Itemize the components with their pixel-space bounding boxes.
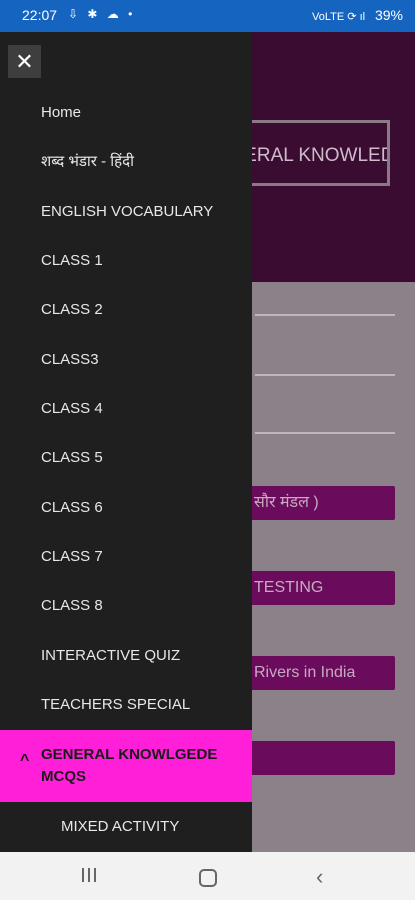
topic-button: [240, 741, 395, 775]
divider: [255, 374, 395, 376]
menu-item-interactive-quiz[interactable]: INTERACTIVE QUIZ: [0, 636, 252, 676]
topic-button: Rivers in India: [240, 656, 395, 690]
menu-item-class-4[interactable]: CLASS 4: [0, 389, 252, 429]
menu-item-class-6[interactable]: CLASS 6: [0, 488, 252, 528]
battery-percent: 39%: [374, 7, 403, 23]
navigation-drawer: ✕ Home शब्द भंडार - हिंदी ENGLISH VOCABU…: [0, 32, 252, 852]
recent-apps-icon[interactable]: [82, 868, 100, 884]
system-nav-bar: ‹: [0, 852, 415, 900]
status-right: VoLTE ⟳ ıl 39%: [312, 7, 403, 23]
menu-item-class-2[interactable]: CLASS 2: [0, 290, 252, 330]
signal-icon: VoLTE ⟳ ıl: [312, 11, 366, 23]
status-time: 22:07: [22, 7, 58, 23]
divider: [255, 432, 395, 434]
menu-item-home[interactable]: Home: [0, 93, 252, 133]
menu-item-hindi-vocabulary[interactable]: शब्द भंडार - हिंदी: [0, 142, 252, 182]
menu-item-teachers-special[interactable]: TEACHERS SPECIAL: [0, 685, 252, 725]
menu-item-class-8[interactable]: CLASS 8: [0, 586, 252, 626]
notification-icons: ⇩ ✱ ☁ •: [68, 7, 136, 21]
submenu-item-mixed-activity[interactable]: MIXED ACTIVITY: [0, 807, 252, 847]
status-bar: 22:07 ⇩ ✱ ☁ • VoLTE ⟳ ıl 39%: [0, 0, 415, 32]
menu-item-class-5[interactable]: CLASS 5: [0, 438, 252, 478]
back-icon[interactable]: ‹: [316, 864, 323, 890]
menu-item-general-knowledge-mcqs[interactable]: ^ GENERAL KNOWLGEDE MCQS: [0, 730, 252, 802]
chevron-up-icon: ^: [20, 752, 30, 769]
topic-button: TESTING: [240, 571, 395, 605]
home-icon[interactable]: [199, 869, 217, 887]
topic-button: सौर मंडल ): [240, 486, 395, 520]
menu-item-label: GENERAL KNOWLGEDE MCQS: [41, 746, 218, 785]
menu-item-class-1[interactable]: CLASS 1: [0, 241, 252, 281]
close-icon[interactable]: ✕: [8, 45, 41, 78]
divider: [255, 314, 395, 316]
menu-item-english-vocabulary[interactable]: ENGLISH VOCABULARY: [0, 192, 252, 232]
menu-item-class-3[interactable]: CLASS3: [0, 340, 252, 380]
menu-item-class-7[interactable]: CLASS 7: [0, 537, 252, 577]
